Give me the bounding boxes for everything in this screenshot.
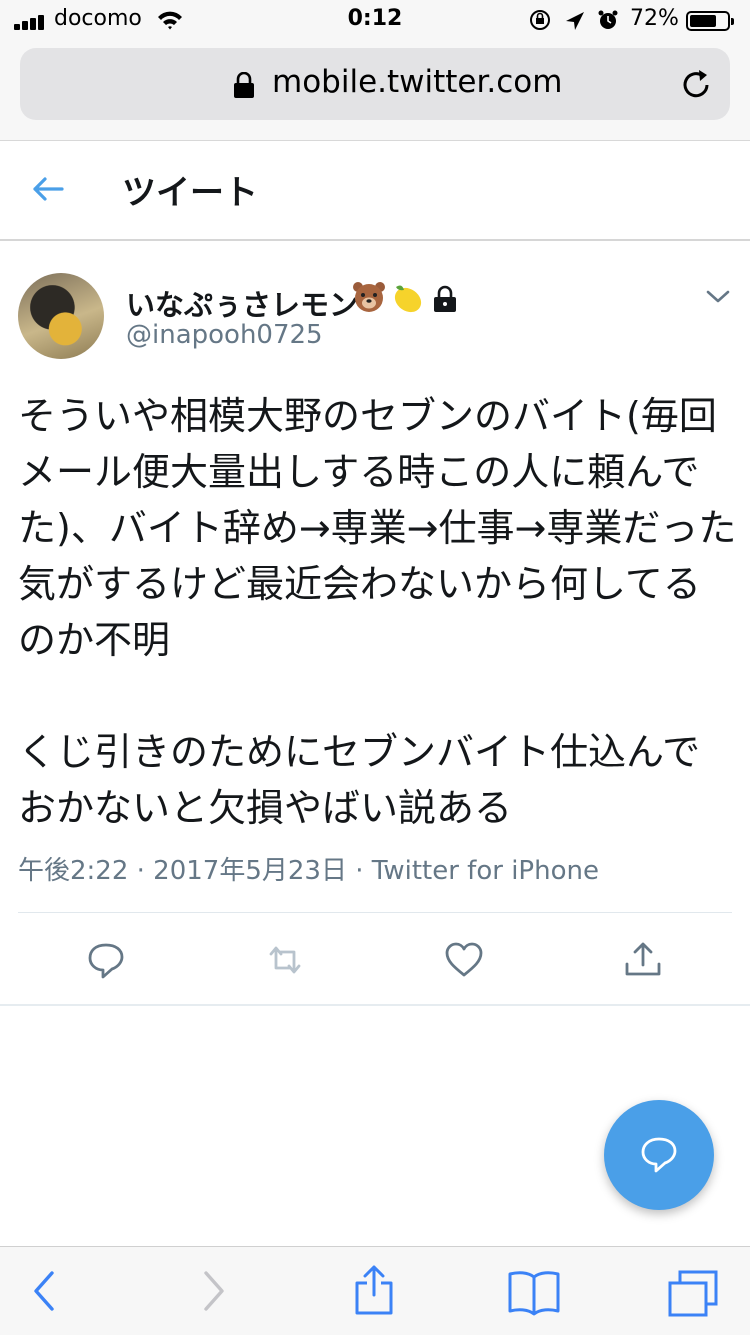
share-icon[interactable]	[623, 940, 663, 980]
protected-account-lock-icon	[434, 285, 456, 312]
alarm-icon	[598, 10, 618, 29]
avatar[interactable]	[18, 273, 104, 359]
reload-icon[interactable]	[680, 68, 714, 102]
tabs-icon[interactable]	[666, 1269, 722, 1319]
name-badges	[352, 280, 472, 316]
back-arrow-icon[interactable]	[30, 171, 66, 207]
browser-toolbar	[0, 1246, 750, 1335]
back-icon[interactable]	[30, 1269, 60, 1313]
divider	[18, 912, 732, 913]
tweet-text: そういや相模大野のセブンのバイト(毎回メール便大量出しする時この人に頼んでた)、…	[18, 394, 737, 830]
compose-message-button[interactable]	[604, 1100, 714, 1210]
reply-icon[interactable]	[86, 940, 126, 980]
retweet-icon[interactable]	[265, 940, 305, 980]
battery-percent: 72%	[630, 6, 679, 31]
user-handle[interactable]: @inapooh0725	[126, 320, 323, 350]
location-icon	[566, 12, 584, 30]
chevron-down-icon[interactable]	[704, 286, 732, 306]
display-name[interactable]: いなぷぅさレモン	[126, 282, 358, 324]
browser-address-area: mobile.twitter.com	[0, 40, 750, 141]
lock-icon	[234, 72, 254, 98]
tweet-timestamp[interactable]: 午後2:22 · 2017年5月23日 · Twitter for iPhone	[18, 850, 599, 887]
battery-icon	[686, 11, 734, 31]
chat-bubble-icon	[641, 1137, 677, 1173]
lemon-emoji-icon	[394, 285, 422, 313]
bear-face-emoji-icon	[353, 282, 385, 312]
status-bar: docomo 0:12 72%	[0, 0, 750, 40]
like-icon[interactable]	[444, 940, 484, 980]
app-header: ツイート	[0, 141, 750, 241]
url-text: mobile.twitter.com	[272, 64, 563, 100]
address-bar[interactable]: mobile.twitter.com	[20, 48, 730, 120]
bookmarks-icon[interactable]	[506, 1269, 562, 1317]
divider	[0, 1004, 750, 1006]
forward-icon[interactable]	[198, 1269, 228, 1313]
tweet-actions	[0, 930, 750, 990]
orientation-lock-icon	[530, 10, 550, 30]
page-title: ツイート	[122, 173, 258, 213]
share-icon[interactable]	[352, 1263, 396, 1317]
